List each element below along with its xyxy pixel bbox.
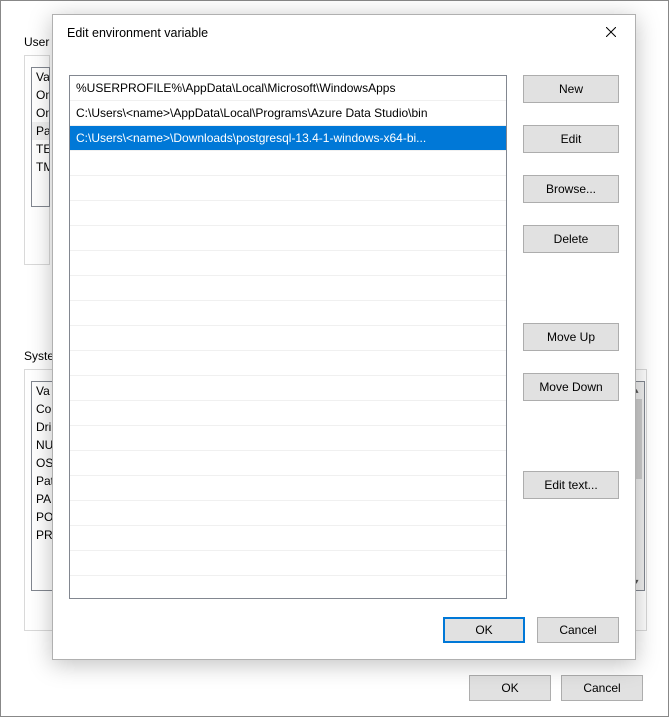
path-entry-empty[interactable] xyxy=(70,426,506,451)
move-up-button[interactable]: Move Up xyxy=(523,323,619,351)
list-item[interactable]: On xyxy=(32,104,49,122)
dialog-title: Edit environment variable xyxy=(67,26,208,40)
path-entry-empty[interactable] xyxy=(70,376,506,401)
bottom-button-row: OK Cancel xyxy=(469,675,643,701)
path-entry-empty[interactable] xyxy=(70,276,506,301)
path-entry-empty[interactable] xyxy=(70,326,506,351)
move-down-button[interactable]: Move Down xyxy=(523,373,619,401)
delete-button[interactable]: Delete xyxy=(523,225,619,253)
path-entry-empty[interactable] xyxy=(70,151,506,176)
list-item[interactable]: Va xyxy=(32,68,49,86)
path-entry-empty[interactable] xyxy=(70,251,506,276)
title-bar: Edit environment variable xyxy=(53,15,635,51)
path-entry-empty[interactable] xyxy=(70,176,506,201)
path-entry[interactable]: %USERPROFILE%\AppData\Local\Microsoft\Wi… xyxy=(70,76,506,101)
dialog-button-row: OK Cancel xyxy=(443,617,619,643)
side-button-column: New Edit Browse... Delete Move Up Move D… xyxy=(523,75,619,521)
edit-text-button[interactable]: Edit text... xyxy=(523,471,619,499)
close-button[interactable] xyxy=(587,15,635,49)
list-item[interactable]: On xyxy=(32,86,49,104)
path-entry-empty[interactable] xyxy=(70,201,506,226)
path-entry-empty[interactable] xyxy=(70,451,506,476)
path-entry[interactable]: C:\Users\<name>\Downloads\postgresql-13.… xyxy=(70,126,506,151)
list-item[interactable]: Pat xyxy=(32,122,49,140)
cancel-button[interactable]: Cancel xyxy=(561,675,643,701)
edit-environment-variable-dialog: Edit environment variable %USERPROFILE%\… xyxy=(52,14,636,660)
path-entry-empty[interactable] xyxy=(70,401,506,426)
path-entry-empty[interactable] xyxy=(70,501,506,526)
list-item[interactable]: TM xyxy=(32,158,49,176)
dialog-client-area: %USERPROFILE%\AppData\Local\Microsoft\Wi… xyxy=(69,75,619,599)
ok-button[interactable]: OK xyxy=(469,675,551,701)
user-variables-label: User xyxy=(24,35,49,49)
cancel-button[interactable]: Cancel xyxy=(537,617,619,643)
path-list[interactable]: %USERPROFILE%\AppData\Local\Microsoft\Wi… xyxy=(69,75,507,599)
user-variables-list[interactable]: Va On On Pat TE TM xyxy=(31,67,50,207)
path-entry-empty[interactable] xyxy=(70,526,506,551)
list-item[interactable]: TE xyxy=(32,140,49,158)
path-entry-empty[interactable] xyxy=(70,476,506,501)
close-icon xyxy=(606,27,616,37)
edit-button[interactable]: Edit xyxy=(523,125,619,153)
path-entry-empty[interactable] xyxy=(70,226,506,251)
path-entry-empty[interactable] xyxy=(70,551,506,576)
new-button[interactable]: New xyxy=(523,75,619,103)
browse-button[interactable]: Browse... xyxy=(523,175,619,203)
system-variables-label: Syste xyxy=(24,349,54,363)
path-entry-empty[interactable] xyxy=(70,351,506,376)
path-entry[interactable]: C:\Users\<name>\AppData\Local\Programs\A… xyxy=(70,101,506,126)
ok-button[interactable]: OK xyxy=(443,617,525,643)
path-entry-empty[interactable] xyxy=(70,301,506,326)
